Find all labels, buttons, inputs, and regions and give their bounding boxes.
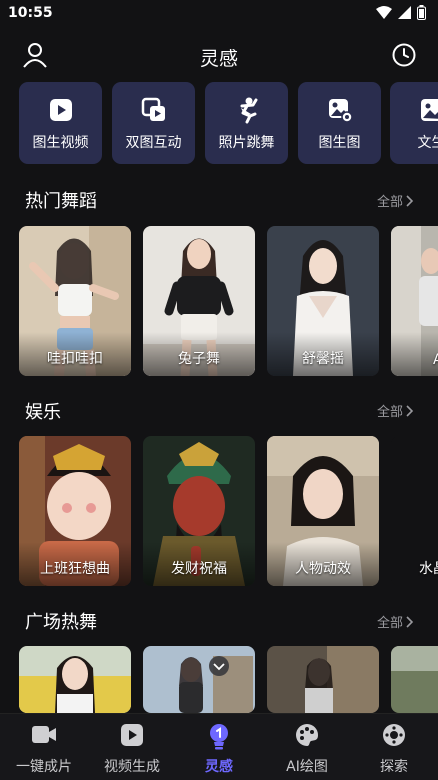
tool-image-to-video[interactable]: 图生视频 bbox=[19, 82, 102, 164]
dancer-icon bbox=[233, 96, 261, 124]
plaza-card[interactable] bbox=[267, 646, 379, 713]
wifi-icon bbox=[376, 6, 392, 19]
chevron-right-icon bbox=[406, 616, 414, 628]
card-label: A bbox=[433, 352, 438, 368]
plaza-card-row bbox=[19, 646, 438, 713]
status-icons bbox=[376, 5, 426, 20]
section-title-plaza: 广场热舞 bbox=[25, 608, 97, 634]
tool-dual-image[interactable]: 双图互动 bbox=[112, 82, 195, 164]
tool-photo-dance[interactable]: 照片跳舞 bbox=[205, 82, 288, 164]
fun-card[interactable]: 人物动效 bbox=[267, 436, 379, 586]
more-label: 全部 bbox=[377, 191, 403, 210]
section-title-fun: 娱乐 bbox=[25, 398, 61, 424]
dance-card[interactable]: A bbox=[391, 226, 438, 376]
plaza-card[interactable] bbox=[19, 646, 131, 713]
tab-label: 探索 bbox=[350, 756, 438, 776]
plaza-thumbnail bbox=[391, 646, 438, 713]
card-label: 舒馨摇 bbox=[267, 348, 379, 368]
status-bar: 10:55 bbox=[0, 0, 438, 26]
top-bar: 灵感 bbox=[0, 34, 438, 78]
card-label: 兔子舞 bbox=[143, 348, 255, 368]
fun-card[interactable]: 水晶 bbox=[391, 436, 438, 586]
palette-icon bbox=[294, 722, 320, 748]
card-shade bbox=[391, 332, 438, 376]
tool-text-to-image[interactable]: 文生 bbox=[390, 82, 438, 164]
tab-explore[interactable]: 探索 bbox=[350, 714, 438, 780]
video-camera-icon bbox=[30, 722, 58, 748]
tab-inspiration[interactable]: 灵感 bbox=[175, 714, 263, 780]
plaza-card[interactable] bbox=[391, 646, 438, 713]
card-label: 水晶 bbox=[419, 558, 438, 578]
card-label: 发财祝福 bbox=[143, 558, 255, 578]
more-label: 全部 bbox=[377, 612, 403, 631]
tab-ai-drawing[interactable]: AI绘图 bbox=[263, 714, 351, 780]
more-label: 全部 bbox=[377, 401, 403, 420]
explore-icon bbox=[381, 722, 407, 748]
dual-image-icon bbox=[140, 96, 168, 124]
tool-image-to-image[interactable]: 图生图 bbox=[298, 82, 381, 164]
plaza-thumbnail bbox=[143, 646, 255, 713]
tool-label: 照片跳舞 bbox=[205, 132, 288, 152]
more-link-dance[interactable]: 全部 bbox=[377, 191, 414, 210]
card-label: 上班狂想曲 bbox=[19, 558, 131, 578]
signal-icon bbox=[398, 6, 411, 19]
plaza-thumbnail bbox=[267, 646, 379, 713]
tab-label: AI绘图 bbox=[263, 756, 351, 776]
tool-list: 图生视频 双图互动 照片跳舞 图生图 文生 bbox=[19, 82, 438, 166]
plaza-card[interactable] bbox=[143, 646, 255, 713]
more-link-plaza[interactable]: 全部 bbox=[377, 612, 414, 631]
bulb-icon bbox=[206, 722, 232, 750]
tab-label: 灵感 bbox=[175, 756, 263, 776]
dance-card[interactable]: 兔子舞 bbox=[143, 226, 255, 376]
tool-label: 双图互动 bbox=[112, 132, 195, 152]
more-link-fun[interactable]: 全部 bbox=[377, 401, 414, 420]
text-to-image-icon bbox=[418, 96, 438, 124]
tab-one-click-film[interactable]: 一键成片 bbox=[0, 714, 88, 780]
tool-label: 文生 bbox=[390, 132, 438, 152]
dance-card[interactable]: 哇扣哇扣 bbox=[19, 226, 131, 376]
status-time: 10:55 bbox=[8, 5, 53, 21]
card-label: 哇扣哇扣 bbox=[19, 348, 131, 368]
image-to-image-icon bbox=[326, 96, 354, 124]
tab-label: 一键成片 bbox=[0, 756, 88, 776]
history-clock-icon[interactable] bbox=[392, 43, 416, 67]
fun-card-row: 上班狂想曲 发财祝福 人物动效 水晶 bbox=[19, 436, 438, 588]
card-label: 人物动效 bbox=[267, 558, 379, 578]
image-to-video-icon bbox=[47, 96, 75, 124]
bottom-tab-bar: 一键成片 视频生成 灵感 AI绘图 探索 bbox=[0, 713, 438, 780]
fun-card[interactable]: 发财祝福 bbox=[143, 436, 255, 586]
dance-card-row: 哇扣哇扣 兔子舞 舒馨摇 A bbox=[19, 226, 438, 378]
section-title-dance: 热门舞蹈 bbox=[25, 187, 97, 213]
tab-video-gen[interactable]: 视频生成 bbox=[88, 714, 176, 780]
tool-label: 图生视频 bbox=[19, 132, 102, 152]
page-title: 灵感 bbox=[0, 44, 438, 71]
plaza-thumbnail bbox=[19, 646, 131, 713]
tab-label: 视频生成 bbox=[88, 756, 176, 776]
chevron-right-icon bbox=[406, 195, 414, 207]
dance-card[interactable]: 舒馨摇 bbox=[267, 226, 379, 376]
fun-card[interactable]: 上班狂想曲 bbox=[19, 436, 131, 586]
chevron-right-icon bbox=[406, 405, 414, 417]
tool-label: 图生图 bbox=[298, 132, 381, 152]
play-square-icon bbox=[119, 722, 145, 748]
battery-icon bbox=[417, 5, 426, 20]
